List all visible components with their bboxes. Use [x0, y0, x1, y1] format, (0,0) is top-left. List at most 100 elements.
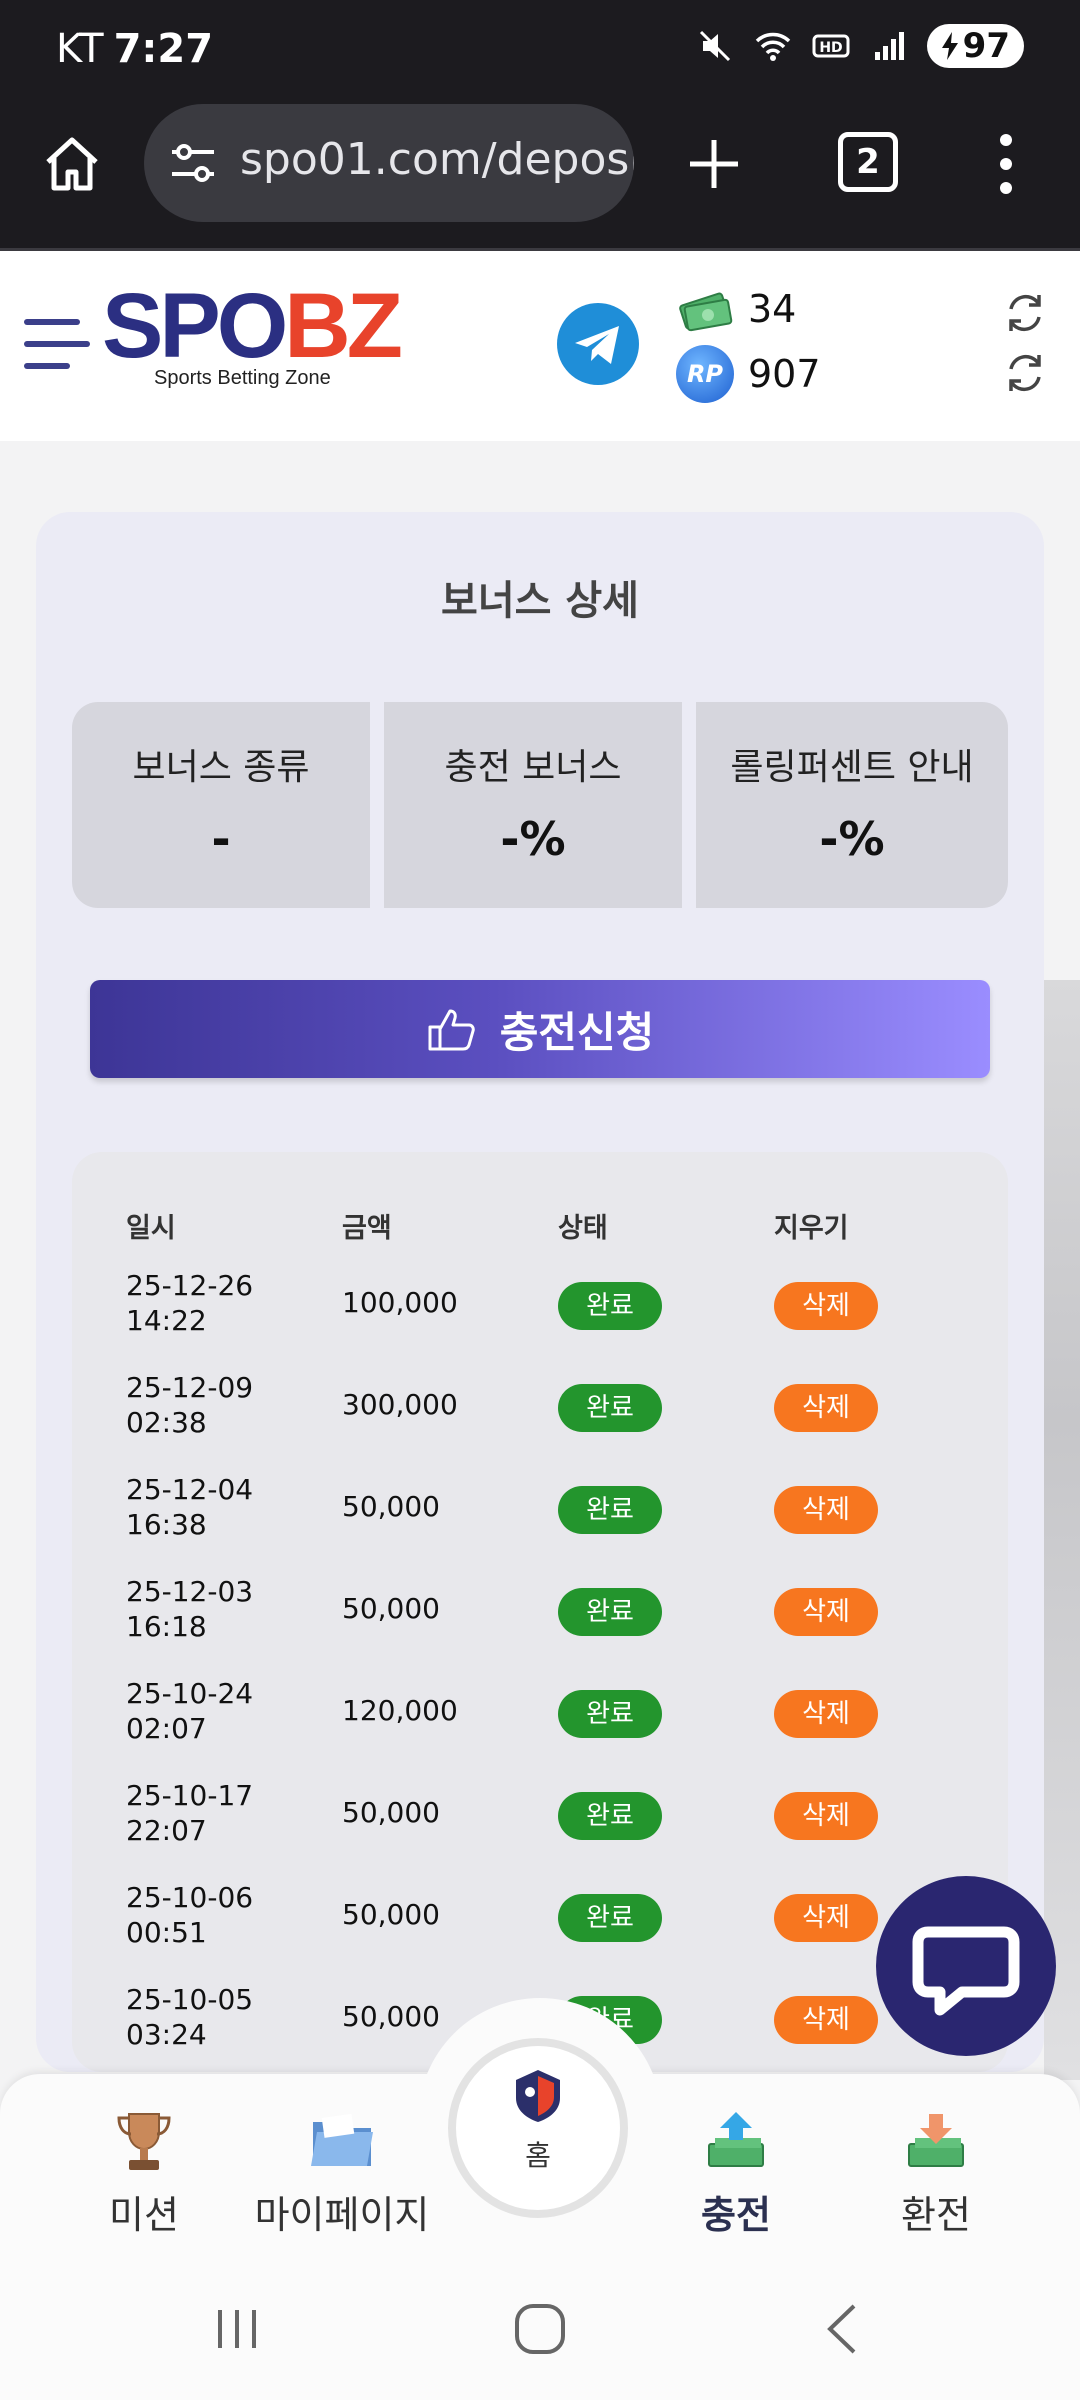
charge-request-label: 충전신청	[499, 1007, 655, 1057]
charge-request-button[interactable]: 충전신청	[90, 980, 990, 1078]
nav-mypage-label: 마이페이지	[254, 2193, 430, 2237]
carrier-label: KT	[56, 26, 104, 72]
battery-level: 97	[962, 26, 1010, 66]
home-emblem-icon	[516, 2070, 560, 2122]
nav-mypage[interactable]: 마이페이지	[252, 2108, 432, 2239]
nav-home[interactable]: 홈	[448, 2038, 628, 2218]
system-home-icon[interactable]	[513, 2302, 567, 2356]
rolling-percent-value: -%	[819, 812, 885, 866]
charging-icon	[941, 32, 958, 60]
row-amount: 100,000	[342, 1286, 458, 1319]
wifi-icon	[755, 32, 790, 61]
row-amount: 300,000	[342, 1388, 458, 1421]
status-badge: 완료	[558, 1894, 662, 1942]
deposit-card: 보너스 상세 보너스 종류 - 충전 보너스 -% 롤링퍼센트 안내 -% 충전…	[36, 512, 1044, 2072]
delete-button[interactable]: 삭제	[774, 1384, 878, 1432]
delete-button[interactable]: 삭제	[774, 1588, 878, 1636]
table-row: 25-10-06 00:51 50,000 완료 삭제	[72, 1876, 1008, 1978]
delete-button[interactable]: 삭제	[774, 1996, 878, 2044]
status-icons: HD 97	[695, 24, 1024, 68]
address-bar[interactable]: spo01.com/deposit	[144, 104, 634, 222]
status-badge: 완료	[558, 1282, 662, 1330]
bonus-detail-title: 보너스 상세	[441, 578, 639, 624]
battery-indicator: 97	[926, 24, 1024, 68]
delete-button[interactable]: 삭제	[774, 1690, 878, 1738]
rolling-percent-label: 롤링퍼센트 안내	[730, 747, 974, 788]
hamburger-menu-icon[interactable]	[24, 319, 90, 385]
nav-withdraw[interactable]: 환전	[846, 2108, 1026, 2239]
thumbs-up-icon	[428, 1009, 475, 1051]
row-datetime: 25-12-04 16:38	[126, 1473, 254, 1541]
charge-bonus-label: 충전 보너스	[444, 747, 622, 788]
table-row: 25-12-09 02:38 300,000 완료 삭제	[72, 1366, 1008, 1468]
row-datetime: 25-10-24 02:07	[126, 1677, 254, 1745]
row-datetime: 25-10-05 03:24	[126, 1983, 254, 2051]
row-datetime: 25-12-03 16:18	[126, 1575, 254, 1643]
column-header-status: 상태	[558, 1213, 608, 1244]
nav-mission[interactable]: 미션	[54, 2108, 234, 2239]
column-header-datetime: 일시	[126, 1213, 176, 1244]
table-row: 25-12-03 16:18 50,000 완료 삭제	[72, 1570, 1008, 1672]
nav-deposit-label: 충전	[701, 2193, 771, 2237]
trophy-icon	[117, 2113, 171, 2170]
refresh-money-icon[interactable]	[1003, 291, 1047, 335]
browser-home-icon[interactable]	[40, 132, 104, 196]
row-amount: 50,000	[342, 1592, 440, 1625]
table-row: 25-12-04 16:38 50,000 완료 삭제	[72, 1468, 1008, 1570]
nav-home-label: 홈	[525, 2139, 551, 2172]
points-balance: RP 907	[676, 345, 821, 403]
row-datetime: 25-12-09 02:38	[126, 1371, 254, 1439]
row-datetime: 25-10-06 00:51	[126, 1881, 254, 1949]
clock: 7:27	[113, 26, 214, 72]
table-row: 25-12-26 14:22 100,000 완료 삭제	[72, 1264, 1008, 1366]
money-balance: 34	[676, 285, 796, 333]
row-amount: 50,000	[342, 1490, 440, 1523]
status-badge: 완료	[558, 1486, 662, 1534]
chat-bubble-icon	[912, 1926, 1020, 2016]
android-navigation-bar	[0, 2254, 1080, 2400]
delete-button[interactable]: 삭제	[774, 1792, 878, 1840]
nav-mission-label: 미션	[109, 2193, 179, 2237]
status-badge: 완료	[558, 1384, 662, 1432]
column-header-delete: 지우기	[774, 1213, 849, 1244]
money-amount: 34	[748, 287, 797, 331]
delete-button[interactable]: 삭제	[774, 1282, 878, 1330]
folder-icon	[311, 2113, 373, 2166]
row-amount: 50,000	[342, 1796, 440, 1829]
nav-deposit[interactable]: 충전	[646, 2108, 826, 2239]
bonus-type-box: 보너스 종류 -	[72, 702, 370, 908]
column-header-amount: 금액	[342, 1213, 392, 1244]
back-icon[interactable]	[822, 2302, 862, 2356]
table-row: 25-10-17 22:07 50,000 완료 삭제	[72, 1774, 1008, 1876]
browser-toolbar: spo01.com/deposit 2	[0, 100, 1080, 251]
delete-button[interactable]: 삭제	[774, 1486, 878, 1534]
live-chat-button[interactable]	[876, 1876, 1056, 2056]
new-tab-icon[interactable]	[686, 136, 742, 192]
mute-icon	[699, 30, 730, 62]
row-datetime: 25-10-17 22:07	[126, 1779, 254, 1847]
recent-apps-icon[interactable]	[212, 2304, 262, 2354]
site-logo[interactable]: SPOBZ Sports Betting Zone	[102, 280, 403, 390]
svg-text:HD: HD	[819, 40, 842, 56]
status-badge: 완료	[558, 1690, 662, 1738]
status-badge: 완료	[558, 1588, 662, 1636]
money-icon	[679, 292, 733, 332]
tab-switcher-button[interactable]: 2	[838, 132, 898, 192]
browser-menu-icon[interactable]	[1000, 134, 1014, 206]
row-datetime: 25-12-26 14:22	[126, 1269, 254, 1337]
table-row: 25-10-24 02:07 120,000 완료 삭제	[72, 1672, 1008, 1774]
signal-icon	[874, 32, 904, 60]
points-amount: 907	[748, 352, 821, 396]
delete-button[interactable]: 삭제	[774, 1894, 878, 1942]
deposit-money-icon	[708, 2112, 764, 2167]
charge-bonus-value: -%	[500, 812, 566, 866]
charge-bonus-box: 충전 보너스 -%	[384, 702, 682, 908]
site-header: SPOBZ Sports Betting Zone 34 RP 907	[0, 251, 1080, 441]
row-amount: 50,000	[342, 1898, 440, 1931]
status-left: KT 7:27	[56, 26, 213, 72]
deposit-history-table: 일시 금액 상태 지우기 25-12-26 14:22 100,000 완료 삭제…	[72, 1152, 1008, 2072]
refresh-points-icon[interactable]	[1003, 351, 1047, 395]
site-settings-icon[interactable]	[168, 142, 218, 186]
bonus-type-label: 보너스 종류	[132, 747, 310, 788]
telegram-icon[interactable]	[557, 303, 639, 385]
